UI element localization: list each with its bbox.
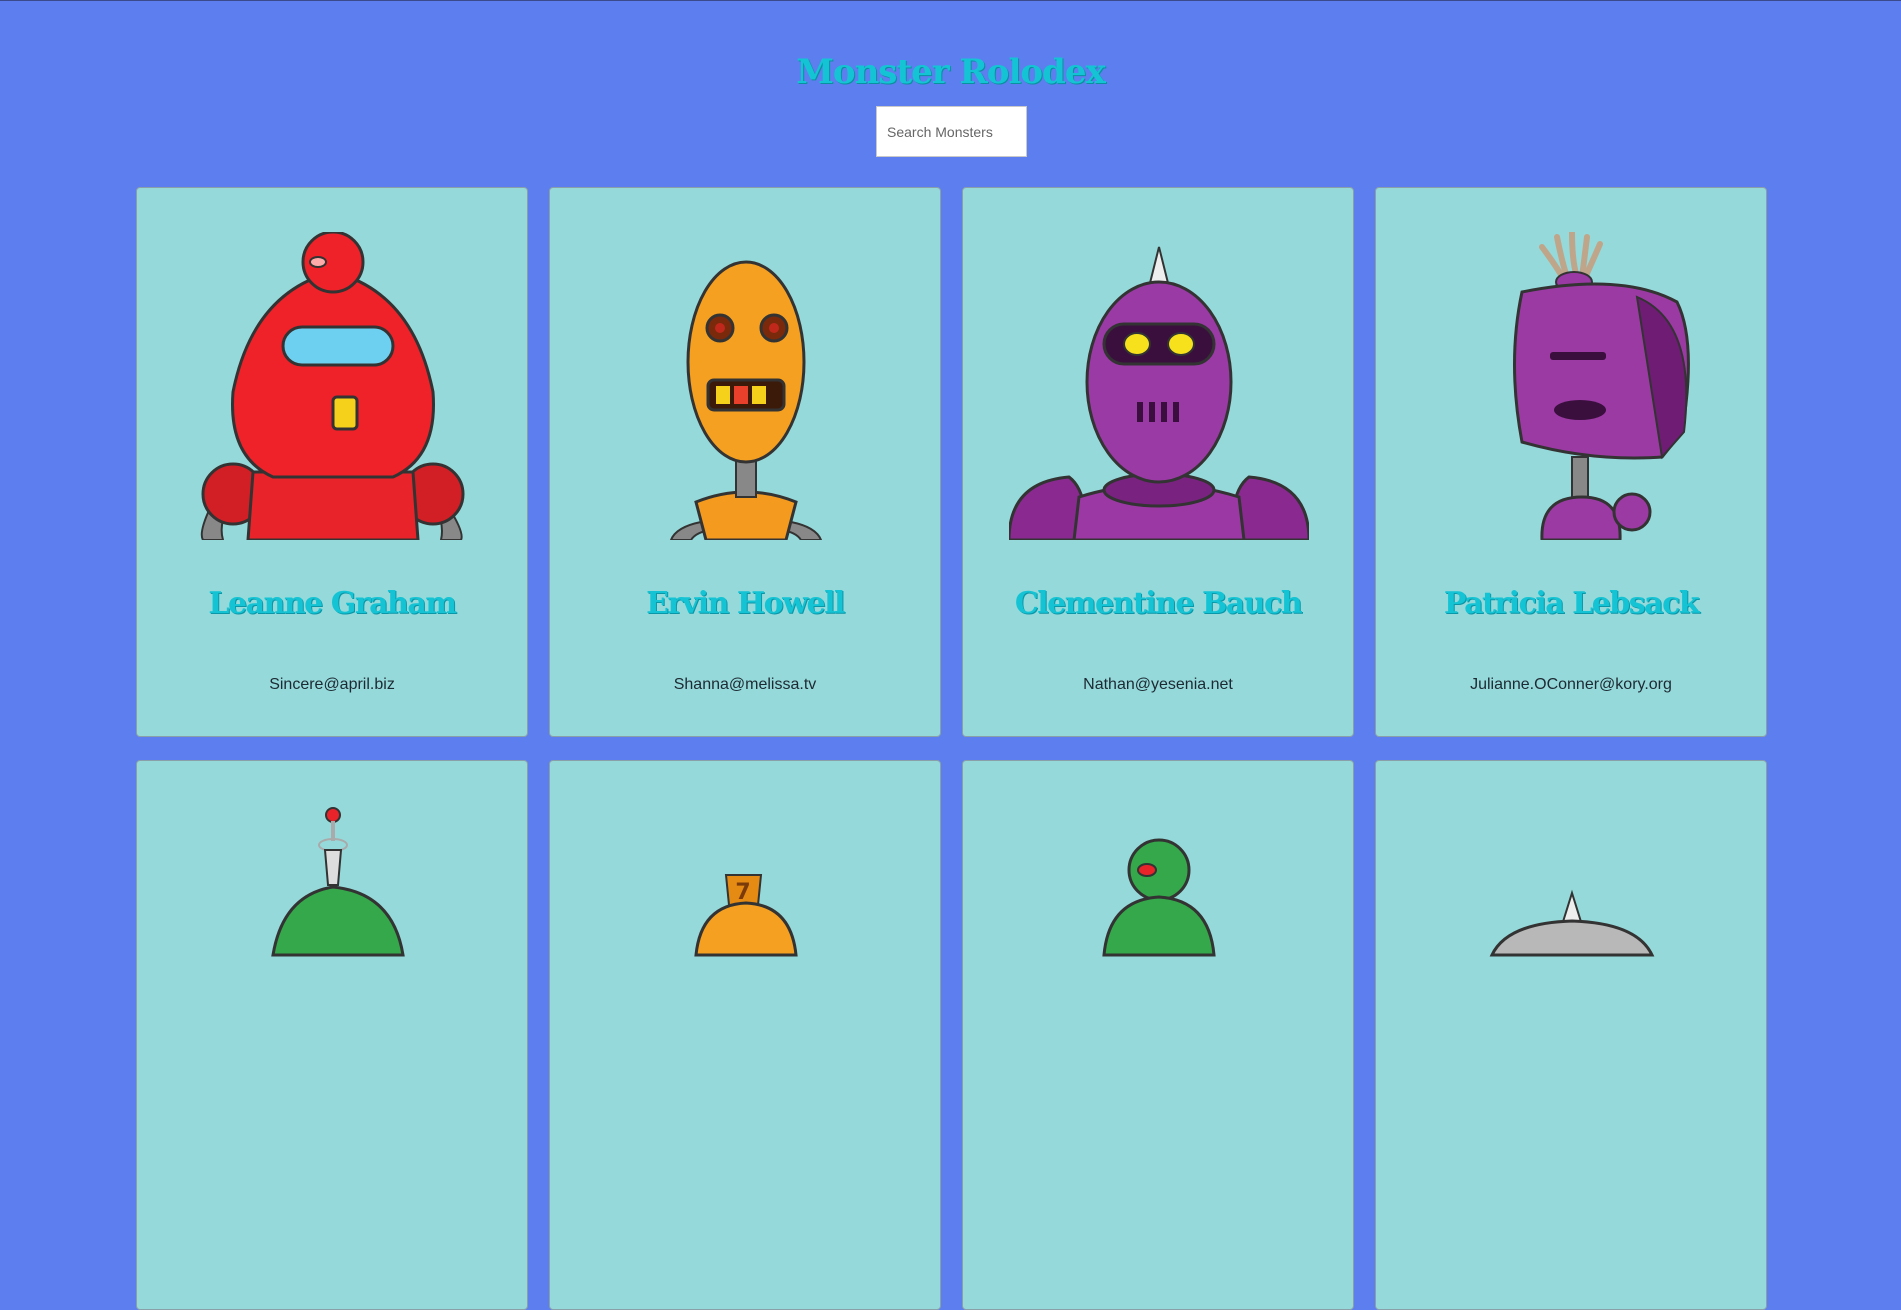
monster-email: Shanna@melissa.tv — [673, 676, 817, 693]
monster-card[interactable]: Clementine Bauch Nathan@yesenia.net — [962, 187, 1354, 737]
svg-text:7: 7 — [735, 880, 750, 905]
card-list: Leanne Graham Sincere@april.biz Ervin Ho… — [136, 187, 1767, 1310]
monster-card[interactable] — [1375, 760, 1767, 1310]
search-input[interactable] — [876, 106, 1027, 157]
monster-card[interactable] — [962, 760, 1354, 1310]
purple-bucket-robot-icon — [1513, 232, 1690, 540]
monster-card[interactable] — [136, 760, 528, 1310]
orange-seven-robot-icon: 7 — [694, 874, 798, 957]
red-robot-icon — [200, 232, 465, 540]
green-dome-robot-icon — [1102, 838, 1216, 957]
monster-email: Nathan@yesenia.net — [1083, 676, 1233, 693]
monster-name: Ervin Howell — [646, 586, 845, 621]
gray-robot-icon — [1489, 889, 1655, 957]
monster-card[interactable]: Ervin Howell Shanna@melissa.tv — [549, 187, 941, 737]
green-antenna-robot-icon — [271, 807, 405, 957]
monster-name: Leanne Graham — [208, 586, 457, 621]
monster-email: Julianne.OConner@kory.org — [1470, 676, 1672, 693]
page-title: Monster Rolodex — [796, 51, 1105, 92]
monster-card[interactable]: Leanne Graham Sincere@april.biz — [136, 187, 528, 737]
monster-card[interactable]: 7 — [549, 760, 941, 1310]
monster-name: Patricia Lebsack — [1443, 586, 1700, 621]
monster-name: Clementine Bauch — [1014, 586, 1303, 621]
monster-card[interactable]: Patricia Lebsack Julianne.OConner@kory.o… — [1375, 187, 1767, 737]
orange-robot-icon — [669, 260, 823, 540]
purple-robot-icon — [1009, 246, 1309, 540]
monster-email: Sincere@april.biz — [269, 676, 395, 693]
